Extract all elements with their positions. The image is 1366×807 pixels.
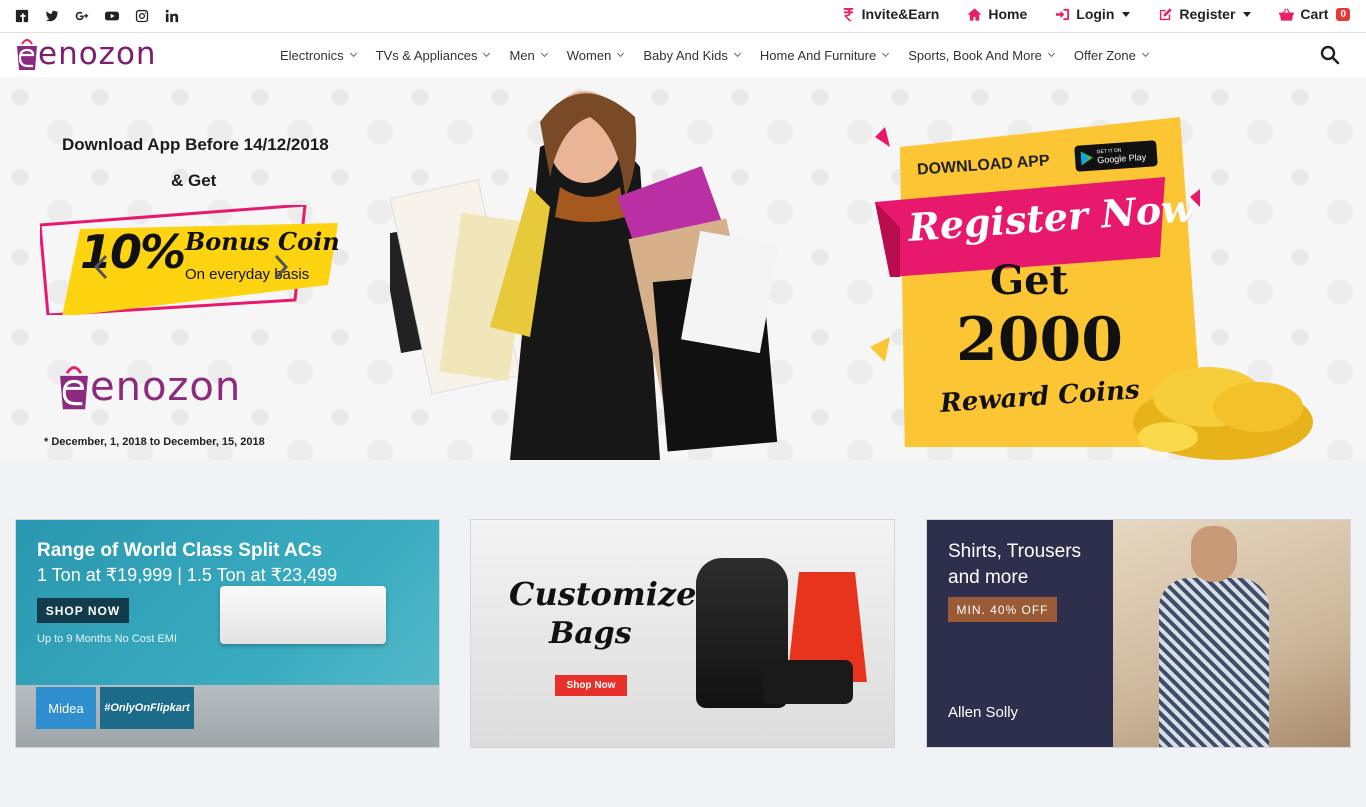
shirts-banner-title: Shirts, Trousers and more (948, 541, 1082, 588)
hero-slider: Download App Before 14/12/2018 & Get 10%… (0, 77, 1366, 460)
shirts-trousers-banner[interactable]: Shirts, Trousers and more MIN. 40% OFF A… (926, 519, 1351, 748)
menu-baby-kids[interactable]: Baby And Kids (633, 48, 750, 63)
promo-coin-amount: 2000 (956, 305, 1123, 375)
chevron-down-icon (1047, 49, 1055, 58)
menu-label: Women (566, 47, 612, 63)
account-links: Invite&Earn Home Login Register Cart 0 (813, 6, 1350, 22)
bags-banner-title: Customized (509, 575, 719, 613)
air-conditioner-image (220, 586, 386, 644)
menu-label: Men (509, 47, 535, 63)
twitter-icon[interactable] (44, 8, 60, 24)
shopping-bag-logo-icon (17, 39, 37, 70)
chevron-down-icon (617, 49, 625, 58)
slider-prev-icon[interactable] (92, 253, 110, 281)
register-label: Register (1179, 6, 1236, 22)
shopping-bag-logo-icon (60, 366, 88, 410)
shopping-basket-icon (1279, 7, 1295, 21)
login-label: Login (1076, 6, 1115, 22)
gold-coins-image (1133, 367, 1313, 460)
hero-logo-text: enozon (90, 364, 242, 410)
customized-bags-banner[interactable]: Customized Bags Shop Now (470, 519, 895, 748)
shopper-woman-image (390, 91, 779, 460)
edit-icon (1160, 7, 1172, 20)
allen-solly-logo: Allen Solly (948, 704, 1019, 721)
cart-count-badge: 0 (1336, 7, 1350, 21)
bonus-coin-subtitle: On everyday basis (185, 266, 310, 283)
menu-tvs-appliances[interactable]: TVs & Appliances (366, 48, 500, 63)
menu-label: Sports, Book And More (908, 47, 1042, 63)
social-links (14, 8, 180, 24)
chevron-down-icon (483, 49, 491, 58)
ac-banner-title: Range of World Class Split ACs (37, 540, 323, 561)
model-shirt-image (1159, 578, 1269, 747)
menu-men[interactable]: Men (499, 48, 556, 63)
top-bar: Invite&Earn Home Login Register Cart 0 (0, 0, 1366, 33)
hero-logo: enozon (58, 362, 241, 412)
home-icon (967, 7, 982, 21)
model-head-image (1191, 526, 1237, 582)
search-icon[interactable] (1320, 45, 1340, 65)
google-play-text: GET IT ON Google Play (1096, 146, 1147, 166)
menu-offer-zone[interactable]: Offer Zone (1064, 48, 1158, 63)
bags-banner-subtitle: Bags (549, 616, 632, 651)
category-menu: Electronics TVs & Appliances Men Women B… (270, 33, 1158, 77)
caret-down-icon (1243, 11, 1252, 17)
menu-label: Baby And Kids (643, 47, 728, 63)
menu-sports-books[interactable]: Sports, Book And More (898, 48, 1064, 63)
menu-label: Home And Furniture (759, 47, 877, 63)
chevron-down-icon (1141, 49, 1149, 58)
instagram-icon[interactable] (134, 8, 150, 24)
chevron-down-icon (540, 49, 548, 58)
slider-next-icon[interactable] (272, 253, 290, 281)
chevron-down-icon (882, 49, 890, 58)
bags-shop-now-button[interactable]: Shop Now (555, 675, 627, 696)
hero-offer-title: Download App Before 14/12/2018 (62, 135, 329, 154)
ac-shop-now-button[interactable]: SHOP NOW (37, 598, 129, 623)
menu-label: Offer Zone (1073, 47, 1136, 63)
home-link[interactable]: Home (967, 6, 1027, 22)
menu-label: TVs & Appliances (375, 47, 478, 63)
logo-text: enozon (38, 36, 157, 72)
midea-logo: Midea (36, 687, 96, 729)
home-label: Home (988, 6, 1028, 22)
only-on-flipkart-tag: #OnlyOnFlipkart (100, 687, 194, 729)
sign-in-icon (1056, 8, 1070, 20)
login-dropdown[interactable]: Login (1055, 6, 1131, 22)
ac-emi-note: Up to 9 Months No Cost EMI (37, 633, 177, 645)
menu-electronics[interactable]: Electronics (270, 48, 366, 63)
invite-earn-link[interactable]: Invite&Earn (841, 6, 940, 22)
facebook-icon[interactable] (14, 8, 30, 24)
split-ac-banner[interactable]: Range of World Class Split ACs 1 Ton at … (15, 519, 440, 748)
ac-banner-price: 1 Ton at ₹19,999 | 1.5 Ton at ₹23,499 (37, 565, 338, 585)
menu-label: Electronics (280, 47, 344, 63)
invite-earn-label: Invite&Earn (861, 6, 940, 22)
register-dropdown[interactable]: Register (1158, 6, 1252, 22)
rupee-icon (843, 7, 853, 21)
google-plus-icon[interactable] (74, 8, 90, 24)
cart-label: Cart (1300, 6, 1329, 22)
site-logo[interactable]: enozon (16, 36, 157, 72)
chevron-down-icon (349, 49, 357, 58)
youtube-icon[interactable] (104, 8, 120, 24)
cart-link[interactable]: Cart 0 (1279, 6, 1350, 22)
linkedin-icon[interactable] (164, 8, 180, 24)
promo-get: Get (990, 257, 1069, 304)
bonus-coin-title: Bonus Coin (185, 227, 340, 256)
caret-down-icon (1122, 11, 1131, 17)
menu-home-furniture[interactable]: Home And Furniture (750, 48, 898, 63)
chevron-down-icon (733, 49, 741, 58)
shirts-discount-button[interactable]: MIN. 40% OFF (948, 597, 1057, 622)
offer-date-note: * December, 1, 2018 to December, 15, 201… (44, 436, 265, 448)
main-navigation: enozon Electronics TVs & Appliances Men … (0, 33, 1366, 77)
google-play-label: Google Play (1096, 151, 1147, 166)
duffel-bag-image (763, 660, 853, 704)
play-store-icon (1080, 151, 1094, 166)
menu-women[interactable]: Women (557, 48, 634, 63)
hero-offer-subtitle: & Get (171, 171, 217, 190)
